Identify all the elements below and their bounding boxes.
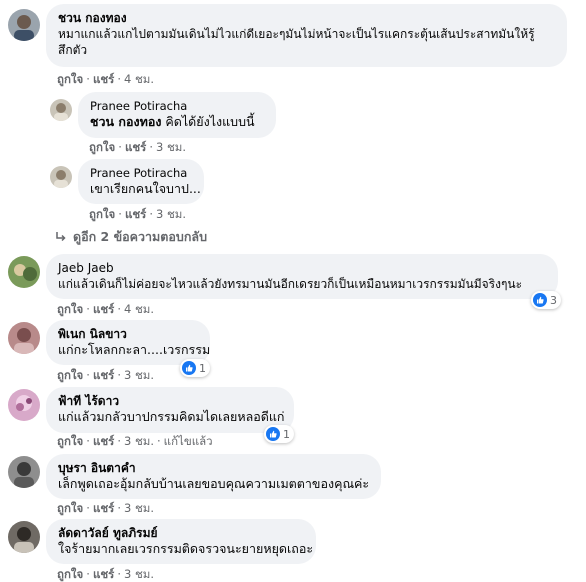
timestamp[interactable]: 3 ชม.: [156, 140, 186, 154]
reaction-count[interactable]: 1: [264, 425, 294, 443]
reaction-number: 3: [550, 293, 557, 307]
comment-bubble: ลัดดาวัลย์ ทูลภิรมย์ ใจร้ายมากเลยเวรกรรม…: [46, 519, 316, 564]
like-link[interactable]: ถูกใจ: [89, 140, 115, 154]
reply-bubble: Pranee Potiracha ชวน กองทอง คิดได้ยังไงแ…: [78, 92, 276, 138]
comment-bubble: ชวน กองทอง หมาแกแล้วแกไปตามมันเดินไม่ไวแ…: [46, 4, 567, 67]
reply-author[interactable]: Pranee Potiracha: [90, 165, 192, 181]
timestamp[interactable]: 3 ชม.: [124, 501, 154, 515]
mention-link[interactable]: ชวน กองทอง: [90, 114, 161, 129]
comment-author[interactable]: Jaeb Jaeb: [58, 260, 546, 276]
timestamp[interactable]: 3 ชม.: [124, 434, 154, 448]
comment-bubble: พิเนก นิลขาว แก่กะโหลกกะลา....เวรกรรม: [46, 320, 210, 365]
share-link[interactable]: แชร์: [93, 72, 114, 86]
share-link[interactable]: แชร์: [125, 140, 146, 154]
avatar[interactable]: [8, 456, 40, 488]
comment-actions: ถูกใจ · แชร์ · 3 ชม.: [57, 567, 155, 581]
share-link[interactable]: แชร์: [93, 368, 114, 382]
share-link[interactable]: แชร์: [93, 567, 114, 581]
like-link[interactable]: ถูกใจ: [57, 368, 83, 382]
comment-text: แก่แล้วเดินก็ไม่ค่อยจะไหวแล้วยังทรมานมัน…: [58, 277, 523, 291]
like-link[interactable]: ถูกใจ: [57, 72, 83, 86]
reply-arrow-icon: [56, 232, 66, 242]
comment-text: หมาแกแล้วแกไปตามมันเดินไม่ไวแก่ดีเยอะๆมั…: [58, 27, 535, 41]
edited-label[interactable]: แก้ไขแล้ว: [164, 434, 213, 448]
like-icon: [533, 293, 547, 307]
timestamp[interactable]: 4 ชม.: [124, 302, 154, 316]
like-link[interactable]: ถูกใจ: [57, 501, 83, 515]
comment-actions: ถูกใจ · แชร์ · 3 ชม. · แก้ไขแล้ว: [57, 434, 213, 448]
like-link[interactable]: ถูกใจ: [57, 434, 83, 448]
comment-text: แก่กะโหลกกะลา....เวรกรรม: [58, 342, 211, 357]
avatar[interactable]: [50, 99, 72, 121]
timestamp[interactable]: 3 ชม.: [124, 368, 154, 382]
comment-author[interactable]: ฟ้าที ไร้ดาว: [58, 393, 282, 409]
comment-actions: ถูกใจ · แชร์ · 4 ชม.: [57, 72, 155, 86]
reply-actions: ถูกใจ · แชร์ · 3 ชม.: [89, 207, 187, 221]
comment-author[interactable]: ชวน กองทอง: [58, 10, 555, 26]
share-link[interactable]: แชร์: [93, 501, 114, 515]
like-icon: [182, 361, 196, 375]
avatar[interactable]: [8, 521, 40, 553]
avatar[interactable]: [8, 322, 40, 354]
avatar[interactable]: [8, 256, 40, 288]
comment-text: สึกตัว: [58, 43, 88, 57]
comment-text: ใจร้ายมากเลยเวรกรรมติดจรวจนะยายหยุดเถอะ: [58, 541, 314, 556]
comment-bubble: Jaeb Jaeb แก่แล้วเดินก็ไม่ค่อยจะไหวแล้วย…: [46, 254, 558, 299]
share-link[interactable]: แชร์: [125, 207, 146, 221]
share-link[interactable]: แชร์: [93, 302, 114, 316]
comment-bubble: บุษรา อินตาคำ เล็กพูดเถอะอุ้มกลับบ้านเลย…: [46, 454, 381, 499]
reaction-count[interactable]: 3: [531, 291, 561, 309]
reply-text: เขาเรียกคนใจบาป...: [90, 181, 201, 196]
comment-actions: ถูกใจ · แชร์ · 3 ชม.: [57, 368, 155, 382]
reply-bubble: Pranee Potiracha เขาเรียกคนใจบาป...: [78, 159, 204, 204]
like-link[interactable]: ถูกใจ: [57, 302, 83, 316]
comment-bubble: ฟ้าที ไร้ดาว แก่แล้วมกลัวบาปกรรมคิดมไดเล…: [46, 387, 294, 433]
like-link[interactable]: ถูกใจ: [89, 207, 115, 221]
comment-text: เล็กพูดเถอะอุ้มกลับบ้านเลยขอบคุณความเมตต…: [58, 476, 370, 491]
reply-author[interactable]: Pranee Potiracha: [90, 98, 264, 114]
timestamp[interactable]: 4 ชม.: [124, 72, 154, 86]
reaction-number: 1: [283, 427, 290, 441]
comment-text: แก่แล้วมกลัวบาปกรรมคิดมไดเลยหลอดีแก่: [58, 409, 285, 424]
comment-actions: ถูกใจ · แชร์ · 3 ชม.: [57, 501, 155, 515]
comment-actions: ถูกใจ · แชร์ · 4 ชม.: [57, 302, 155, 316]
timestamp[interactable]: 3 ชม.: [156, 207, 186, 221]
timestamp[interactable]: 3 ชม.: [124, 567, 154, 581]
reply-text: ชวน กองทอง คิดได้ยังไงแบบนี้: [90, 114, 255, 129]
share-link[interactable]: แชร์: [93, 434, 114, 448]
comment-author[interactable]: ลัดดาวัลย์ ทูลภิรมย์: [58, 525, 304, 541]
like-link[interactable]: ถูกใจ: [57, 567, 83, 581]
avatar[interactable]: [50, 166, 72, 188]
comment-author[interactable]: บุษรา อินตาคำ: [58, 460, 369, 476]
view-more-replies-label: ดูอีก 2 ข้อความตอบกลับ: [73, 229, 208, 244]
avatar[interactable]: [8, 9, 40, 41]
reaction-count[interactable]: 1: [180, 359, 210, 377]
comment-author[interactable]: พิเนก นิลขาว: [58, 326, 198, 342]
view-more-replies-link[interactable]: ดูอีก 2 ข้อความตอบกลับ: [55, 227, 207, 247]
reply-actions: ถูกใจ · แชร์ · 3 ชม.: [89, 140, 187, 154]
avatar[interactable]: [8, 389, 40, 421]
like-icon: [266, 427, 280, 441]
reaction-number: 1: [199, 361, 206, 375]
